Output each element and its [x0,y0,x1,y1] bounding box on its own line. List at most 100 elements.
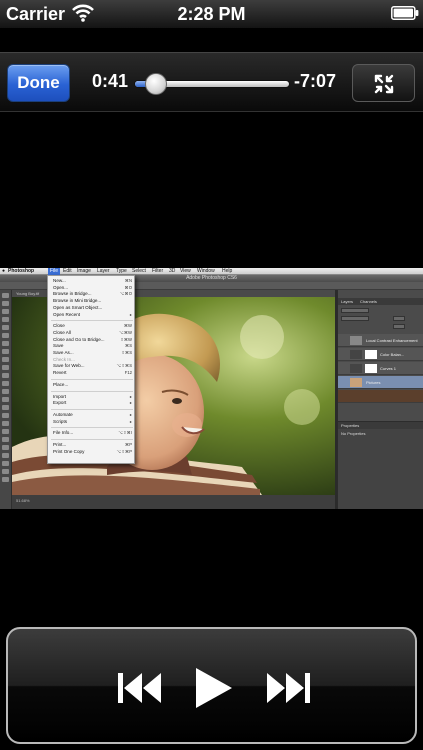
done-button[interactable]: Done [7,64,70,102]
curves-icon [350,364,362,373]
file-menu-item-shortcut: ▸ [129,418,132,424]
video-player-screen: Carrier 2:28 PM Done 0:41 -7:07 ● Photos… [0,0,423,750]
file-menu-item-shortcut: ⌘W [123,323,132,329]
file-menu-item: Save As... ⇧⌘S [48,350,136,356]
menu-type: Type [116,268,127,274]
opacity-field [393,316,405,321]
status-time: 2:28 PM [177,4,246,24]
playback-scrubber[interactable] [134,73,290,95]
menu-separator [51,427,133,429]
photoshop-layers-panel: Layers Channels Local Contrast Enhanceme… [337,290,423,509]
file-menu-item: Check In... [48,357,136,363]
file-menu-item-label: Check In... [53,356,75,362]
properties-panel: Properties No Properties [338,421,423,509]
file-menu-item: Close and Go to Bridge... ⇧⌘W [48,337,136,343]
fullscreen-toggle-button[interactable] [352,64,415,102]
layer-filter-select [341,308,369,313]
photoshop-file-menu: New... ⌘N Open... ⌘O Browse in Bridge... ⌥⌘O B… [47,275,135,464]
menu-file: File [48,268,61,275]
file-menu-item: New... ⌘N [48,278,136,284]
file-menu-item-label: Scripts [53,418,68,424]
layer-name: Pictures [366,380,381,385]
file-menu-item-shortcut: ⇧⌘W [120,336,132,342]
elapsed-time: 0:41 [92,71,129,91]
file-menu-item-label: Place... [53,381,69,387]
properties-subtitle: No Properties [341,431,366,436]
menu-filter: Filter [152,268,164,274]
file-menu-item-label: Browse in Mini Bridge... [53,298,102,304]
file-menu-item-shortcut: ⌥⇧⌘S [116,363,132,369]
file-menu-item: Import ▸ [48,394,136,400]
menu-separator [51,390,133,392]
layer-row-selected: Pictures [338,376,423,389]
fill-field [393,324,405,329]
menu-3d: 3D [169,268,176,274]
menu-help: Help [222,268,233,274]
photoshop-menubar: ● Photoshop File Edit Image Layer Type S… [0,268,423,275]
fullscreen-toggle-icon [374,74,394,94]
file-menu-item-shortcut: ⌘N [124,278,132,283]
file-menu-item: Revert F12 [48,370,136,376]
tab-channels: Channels [360,299,377,304]
file-menu-item: Scripts ▸ [48,419,136,425]
document-tab-label: Young Boy.tif [16,291,40,296]
file-menu-item-shortcut: ⌥⌘O [119,291,132,297]
layer-mask-thumbnail [365,364,377,373]
file-menu-item-shortcut: ▸ [129,311,132,317]
file-menu-item-label: File Info... [53,430,74,436]
file-menu-item-shortcut: ⌘O [124,284,132,290]
file-menu-item: Save ⌘S [48,343,136,349]
file-menu-item-label: Browse in Bridge... [53,291,92,297]
play-icon[interactable] [194,667,234,709]
file-menu-item-shortcut: ⌘S [125,343,132,349]
next-track-icon[interactable] [265,672,311,704]
file-menu-item: Open as Smart Object... [48,305,136,311]
transport-controls-panel [6,627,417,744]
menu-separator [51,320,133,322]
layer-row: Curves 1 [338,362,423,375]
file-menu-item-label: Revert [53,370,67,376]
video-frame[interactable]: ● Photoshop File Edit Image Layer Type S… [0,268,423,509]
file-menu-item: File Info... ⌥⇧⌘I [48,430,136,436]
menu-edit: Edit [63,268,72,274]
file-menu-item: Close ⌘W [48,323,136,329]
file-menu-item: Export ▸ [48,400,136,406]
menu-photoshop: Photoshop [8,268,35,274]
previous-track-icon[interactable] [118,672,164,704]
photoshop-toolbox [0,290,12,509]
menu-separator [51,439,133,440]
adjustment-icon [350,350,362,359]
layers-panel-tabs: Layers Channels [338,298,423,305]
file-menu-item-label: New... [53,278,66,283]
file-menu-item-shortcut: ▸ [129,393,132,399]
battery-icon [391,6,419,20]
file-menu-item: Close All ⌥⌘W [48,330,136,336]
layer-name: Local Contrast Enhancement [366,338,418,343]
layer-thumbnail [350,336,362,345]
file-menu-item-label: Save for Web... [53,363,85,369]
blend-mode-select [341,316,369,321]
file-menu-item-label: Save [53,343,64,349]
file-menu-item-shortcut: ⇧⌘S [121,350,133,355]
file-menu-item-shortcut: ⌥⇧⌘I [118,430,132,436]
layer-row: Color Balan... [338,348,423,361]
apple-logo-icon: ● [2,268,6,274]
background-layer-row [338,390,423,403]
menu-window: Window [197,268,215,274]
properties-header: Properties [338,422,423,429]
layer-name: Color Balan... [380,352,405,357]
playback-controls-bar: Done 0:41 -7:07 [0,52,423,112]
file-menu-item-shortcut: ⌥⌘W [119,329,132,335]
menu-image: Image [77,268,91,274]
file-menu-item: Open Recent ▸ [48,312,136,318]
tab-layers: Layers [341,299,354,304]
zoom-level: 51.68% [16,498,30,503]
file-menu-item: Automate ▸ [48,412,136,418]
file-menu-item-label: Print... [53,442,67,447]
file-menu-item-shortcut: ▸ [129,400,132,406]
photoshop-status-bar: 51.68% [12,495,335,509]
file-menu-item: Print... ⌘P [48,442,136,448]
file-menu-item-label: Automate [53,411,73,417]
scrubber-thumb[interactable] [145,73,167,95]
layer-thumbnail [350,378,362,387]
